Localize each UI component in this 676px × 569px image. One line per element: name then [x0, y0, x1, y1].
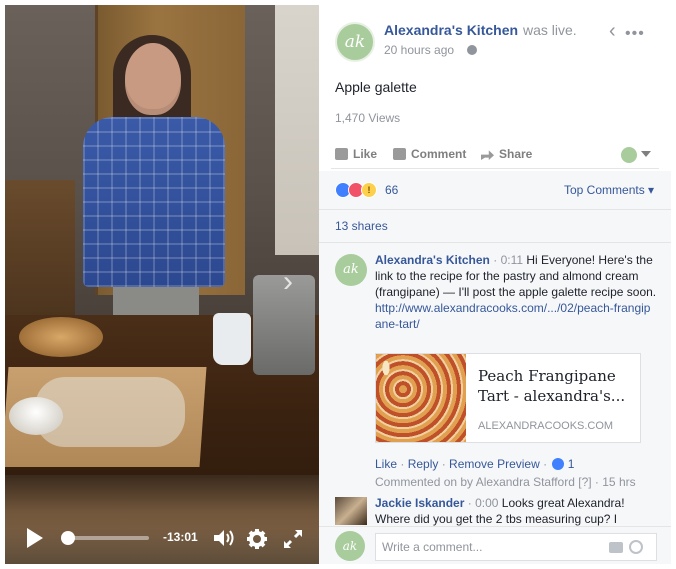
share-icon	[481, 150, 494, 160]
comment-body: Jackie Iskander · 0:00 Looks great Alexa…	[375, 495, 657, 527]
wow-reaction-icon: !	[361, 182, 377, 198]
comment-composer: ak	[319, 526, 671, 564]
comment-like-count[interactable]: 1	[568, 457, 575, 471]
video-person-head	[125, 43, 181, 115]
back-icon[interactable]: ‹	[609, 21, 616, 41]
like-icon	[335, 148, 348, 160]
play-icon[interactable]	[27, 528, 43, 548]
share-button[interactable]: Share	[481, 147, 532, 161]
commented-on-by-text: Commented on by Alexandra Stafford	[375, 475, 575, 489]
volume-icon[interactable]	[212, 528, 236, 548]
share-label: Share	[499, 147, 533, 161]
like-count-icon	[552, 458, 565, 470]
video-galette	[19, 317, 103, 357]
composer-avatar: ak	[335, 531, 365, 561]
comment-button[interactable]: Comment	[393, 147, 466, 161]
link-preview-domain: ALEXANDRACOOKS.COM	[478, 420, 614, 432]
view-count: 1,470 Views	[335, 111, 401, 125]
video-player[interactable]: › -13:01	[5, 5, 319, 564]
remove-preview-link[interactable]: Remove Preview	[449, 457, 540, 471]
emoji-icon[interactable]	[629, 540, 643, 554]
gear-icon[interactable]	[246, 528, 268, 550]
chevron-down-icon[interactable]	[641, 151, 651, 157]
post-title: Apple galette	[335, 79, 417, 95]
comment-author[interactable]: Alexandra's Kitchen	[375, 253, 490, 267]
video-controls: -13:01	[5, 512, 319, 564]
comment-author[interactable]: Jackie Iskander	[375, 496, 464, 510]
progress-bar[interactable]	[65, 536, 149, 540]
video-jug	[213, 313, 251, 365]
post-panel: ak Alexandra's Kitchen was live. 20 hour…	[319, 5, 671, 564]
comment-actions: Like · Reply · Remove Preview · 1	[375, 457, 575, 471]
time-remaining: -13:01	[163, 530, 198, 544]
video-person-shirt	[83, 117, 225, 287]
comment-url-link[interactable]: http://www.alexandracooks.com/.../02/pea…	[375, 301, 650, 331]
page-avatar[interactable]: ak	[335, 22, 375, 62]
shares-link[interactable]: 13 shares	[335, 219, 388, 233]
link-preview-card[interactable]: Peach Frangipane Tart - alexandra's... A…	[375, 353, 641, 443]
commented-on-by-suffix: [?] · 15 hrs	[578, 475, 636, 489]
next-video-arrow-icon[interactable]: ›	[283, 267, 293, 297]
progress-handle[interactable]	[61, 531, 76, 545]
post-timestamp[interactable]: 20 hours ago	[384, 43, 454, 57]
link-preview-image	[376, 354, 466, 442]
comment-video-time[interactable]: · 0:00	[468, 496, 499, 510]
engagement-section: ! 66 Top Comments ▾ 13 shares ak Alexand…	[319, 171, 671, 564]
camera-icon[interactable]	[609, 542, 623, 553]
comment-like-link[interactable]: Like	[375, 457, 397, 471]
live-status: was live.	[523, 22, 577, 38]
link-preview-title: Peach Frangipane Tart - alexandra's...	[478, 367, 626, 405]
comment-avatar[interactable]: ak	[335, 254, 367, 286]
globe-icon	[467, 45, 477, 55]
video-bowl	[9, 397, 63, 435]
comment-body: Alexandra's Kitchen · 0:11 Hi Everyone! …	[375, 252, 657, 332]
comment-video-time[interactable]: · 0:11	[493, 253, 523, 267]
commented-on-by: Commented on by Alexandra Stafford [?] ·…	[375, 475, 636, 489]
reaction-count[interactable]: 66	[385, 183, 398, 197]
more-icon[interactable]: •••	[625, 25, 645, 43]
audience-avatar[interactable]	[621, 147, 637, 163]
action-bar: Like Comment Share	[331, 141, 659, 169]
page-name-link[interactable]: Alexandra's Kitchen	[384, 22, 518, 38]
video-frame	[5, 5, 319, 564]
comment-avatar[interactable]	[335, 497, 367, 525]
comment-sort-dropdown[interactable]: Top Comments ▾	[564, 183, 654, 197]
shares-row: 13 shares	[319, 209, 671, 243]
like-button[interactable]: Like	[335, 147, 377, 161]
video-window	[275, 5, 319, 255]
comment-sort-label: Top Comments	[564, 183, 645, 197]
comment-label: Comment	[411, 147, 467, 161]
comment-icon	[393, 148, 406, 160]
like-label: Like	[353, 147, 378, 161]
expand-icon[interactable]	[282, 528, 304, 550]
video-chair	[5, 180, 75, 330]
comment-reply-link[interactable]: Reply	[408, 457, 439, 471]
